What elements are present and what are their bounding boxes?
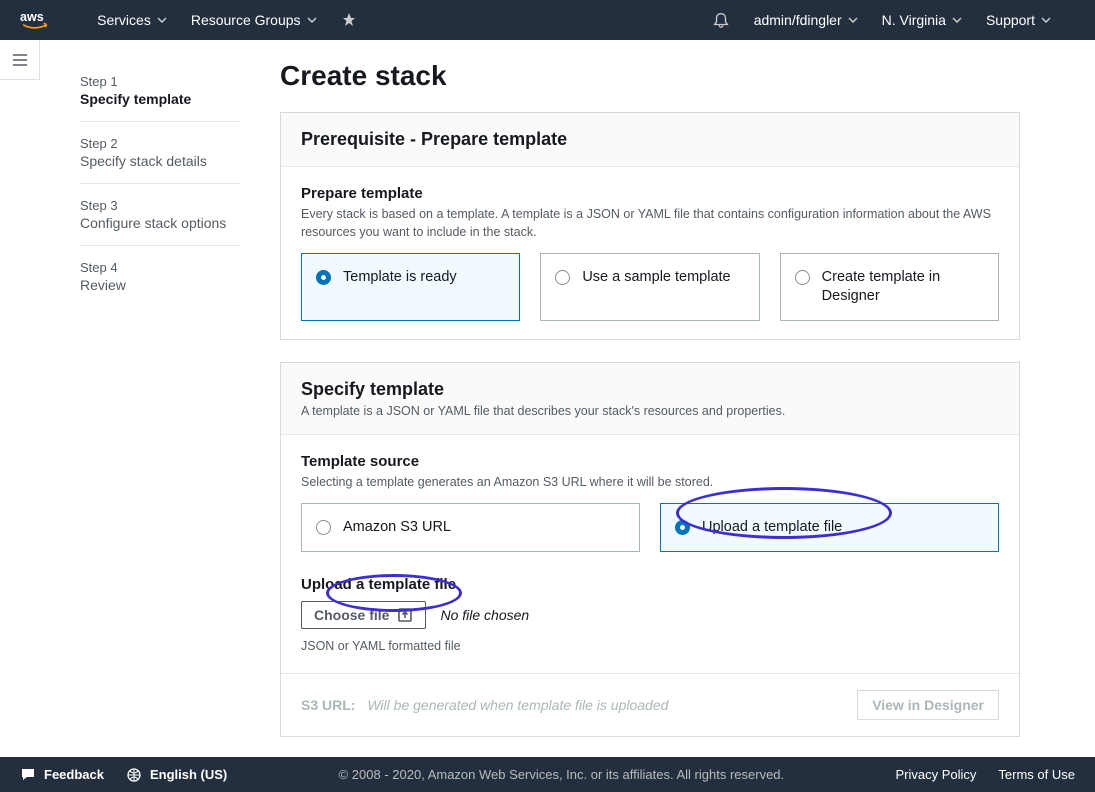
option-label: Amazon S3 URL <box>343 518 451 537</box>
step-label: Step 4 <box>80 260 240 275</box>
upload-icon <box>397 607 413 623</box>
radio-icon <box>555 270 570 285</box>
nav-user[interactable]: admin/fdingler <box>754 12 858 28</box>
step-1[interactable]: Step 1 Specify template <box>80 66 240 122</box>
page-body: Step 1 Specify template Step 2 Specify s… <box>0 40 1095 757</box>
notifications-icon[interactable] <box>712 11 730 29</box>
radio-icon <box>316 270 331 285</box>
wizard-steps: Step 1 Specify template Step 2 Specify s… <box>40 40 260 757</box>
file-format-hint: JSON or YAML formatted file <box>301 639 999 653</box>
pin-icon[interactable] <box>341 12 357 28</box>
chevron-down-icon <box>157 12 167 28</box>
choose-file-button[interactable]: Choose file <box>301 601 426 629</box>
template-source-desc: Selecting a template generates an Amazon… <box>301 474 999 492</box>
chevron-down-icon <box>848 12 858 28</box>
nav-resource-groups[interactable]: Resource Groups <box>191 12 317 28</box>
nav-region[interactable]: N. Virginia <box>882 12 962 28</box>
option-template-ready[interactable]: Template is ready <box>301 253 520 321</box>
page-title: Create stack <box>280 60 1020 92</box>
svg-text:aws: aws <box>20 10 44 24</box>
step-2[interactable]: Step 2 Specify stack details <box>80 128 240 184</box>
chevron-down-icon <box>307 12 317 28</box>
upload-file-label: Upload a template file <box>301 576 999 593</box>
footer: Feedback English (US) © 2008 - 2020, Ama… <box>0 757 1095 792</box>
radio-icon <box>795 270 810 285</box>
step-label: Step 3 <box>80 198 240 213</box>
option-create-designer[interactable]: Create template in Designer <box>780 253 999 321</box>
option-sample-template[interactable]: Use a sample template <box>540 253 759 321</box>
speech-bubble-icon <box>20 767 36 783</box>
step-label: Step 1 <box>80 74 240 89</box>
nav-region-label: N. Virginia <box>882 12 946 28</box>
step-title: Configure stack options <box>80 215 240 231</box>
feedback-label: Feedback <box>44 767 104 782</box>
step-title: Review <box>80 277 240 293</box>
feedback-link[interactable]: Feedback <box>20 767 104 783</box>
option-label: Use a sample template <box>582 268 730 287</box>
nav-support[interactable]: Support <box>986 12 1051 28</box>
option-label: Upload a template file <box>702 518 842 537</box>
option-label: Template is ready <box>343 268 457 287</box>
chevron-down-icon <box>1041 12 1051 28</box>
hamburger-icon[interactable] <box>0 40 40 80</box>
s3-url-value: Will be generated when template file is … <box>367 697 668 713</box>
step-title: Specify stack details <box>80 153 240 169</box>
nav-user-label: admin/fdingler <box>754 12 842 28</box>
view-in-designer-button[interactable]: View in Designer <box>857 690 999 720</box>
nav-services-label: Services <box>97 12 151 28</box>
prepare-template-desc: Every stack is based on a template. A te… <box>301 206 999 241</box>
step-3[interactable]: Step 3 Configure stack options <box>80 190 240 246</box>
s3-url-row: S3 URL: Will be generated when template … <box>281 673 1019 736</box>
choose-file-label: Choose file <box>314 607 389 623</box>
radio-icon <box>316 520 331 535</box>
language-selector[interactable]: English (US) <box>126 767 227 783</box>
template-source-label: Template source <box>301 453 999 470</box>
s3-url-label: S3 URL: <box>301 697 355 713</box>
aws-logo[interactable]: aws <box>20 9 67 31</box>
prepare-template-label: Prepare template <box>301 185 999 202</box>
panel-prerequisite-heading: Prerequisite - Prepare template <box>301 129 999 150</box>
nav-support-label: Support <box>986 12 1035 28</box>
top-nav: aws Services Resource Groups admin/fding… <box>0 0 1095 40</box>
chevron-down-icon <box>952 12 962 28</box>
step-label: Step 2 <box>80 136 240 151</box>
panel-specify-sub: A template is a JSON or YAML file that d… <box>301 404 999 418</box>
nav-services[interactable]: Services <box>97 12 167 28</box>
option-label: Create template in Designer <box>822 268 984 306</box>
panel-specify-template: Specify template A template is a JSON or… <box>280 362 1020 737</box>
no-file-text: No file chosen <box>440 607 529 623</box>
step-title: Specify template <box>80 91 240 107</box>
step-4[interactable]: Step 4 Review <box>80 252 240 307</box>
privacy-link[interactable]: Privacy Policy <box>895 767 976 782</box>
panel-prerequisite: Prerequisite - Prepare template Prepare … <box>280 112 1020 340</box>
main-content: Create stack Prerequisite - Prepare temp… <box>260 40 1060 757</box>
radio-icon <box>675 520 690 535</box>
globe-icon <box>126 767 142 783</box>
terms-link[interactable]: Terms of Use <box>998 767 1075 782</box>
option-s3-url[interactable]: Amazon S3 URL <box>301 503 640 552</box>
language-label: English (US) <box>150 767 227 782</box>
option-upload-file[interactable]: Upload a template file <box>660 503 999 552</box>
nav-resource-groups-label: Resource Groups <box>191 12 301 28</box>
copyright-text: © 2008 - 2020, Amazon Web Services, Inc.… <box>339 767 785 782</box>
panel-specify-heading: Specify template <box>301 379 999 400</box>
